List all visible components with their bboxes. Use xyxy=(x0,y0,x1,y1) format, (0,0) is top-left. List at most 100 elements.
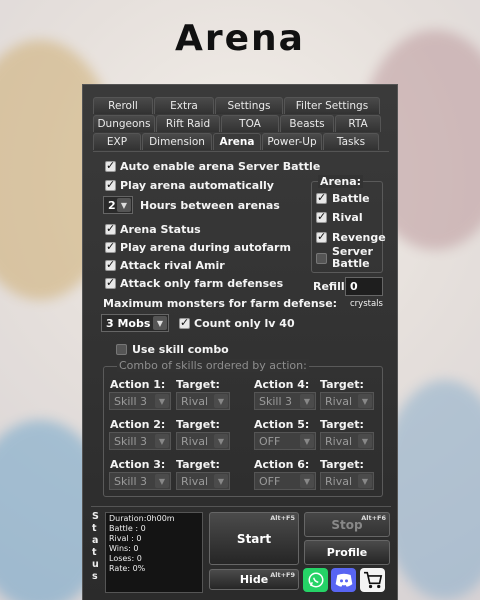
tab-filter-settings[interactable]: Filter Settings xyxy=(284,97,380,114)
action-6-target-label: Target: xyxy=(320,458,364,471)
mobs-dropdown[interactable]: 3 Mobs ▼ xyxy=(101,314,169,332)
hide-label: Hide xyxy=(239,573,269,586)
tab-dungeons[interactable]: Dungeons xyxy=(93,115,155,132)
count-only-checkbox[interactable] xyxy=(179,316,190,329)
play-auto-checkbox[interactable] xyxy=(105,178,116,191)
auto-enable-checkbox[interactable] xyxy=(105,159,116,172)
chevron-down-icon: ▼ xyxy=(214,474,228,488)
tab-tasks[interactable]: Tasks xyxy=(323,133,379,150)
action-5-skill-value: OFF xyxy=(259,434,281,448)
chevron-down-icon: ▼ xyxy=(117,198,131,212)
action-6-skill-dropdown[interactable]: OFF ▼ xyxy=(254,472,316,490)
start-label: Start xyxy=(236,531,272,546)
play-during-autofarm-checkbox[interactable] xyxy=(105,240,116,253)
chevron-down-icon: ▼ xyxy=(300,474,314,488)
stop-label: Stop xyxy=(331,517,363,532)
attack-rival-checkbox[interactable] xyxy=(105,258,116,271)
action-6-target-value: Rival xyxy=(325,474,353,488)
action-4-skill-dropdown[interactable]: Skill 3 ▼ xyxy=(254,392,316,410)
chevron-down-icon: ▼ xyxy=(358,394,372,408)
play-during-autofarm-label: Play arena during autofarm xyxy=(120,241,291,254)
arena-rival-label: Rival xyxy=(332,211,363,224)
tab-power-up[interactable]: Power-Up xyxy=(262,133,322,150)
tab-row-2: Dungeons Rift Raid TOA Beasts RTA xyxy=(93,115,382,133)
arena-server-battle-label: Server Battle xyxy=(332,245,373,270)
status-rival: Rival : 0 xyxy=(109,534,142,543)
status-box: Duration:0h00m Battle : 0 Rival : 0 Wins… xyxy=(105,512,203,593)
action-4-target-label: Target: xyxy=(320,378,364,391)
action-4-skill-value: Skill 3 xyxy=(259,394,293,408)
count-only-label: Count only lv 40 xyxy=(194,317,295,330)
use-skill-combo-checkbox[interactable] xyxy=(116,344,127,355)
arena-rival-checkbox[interactable] xyxy=(316,210,327,223)
chevron-down-icon: ▼ xyxy=(214,434,228,448)
refill-input[interactable]: 0 xyxy=(345,277,383,296)
tab-arena[interactable]: Arena xyxy=(213,133,261,150)
action-6-skill-value: OFF xyxy=(259,474,281,488)
tab-settings[interactable]: Settings xyxy=(215,97,283,114)
combo-title: Combo of skills ordered by action: xyxy=(117,359,309,372)
action-3-target-value: Rival xyxy=(181,474,209,488)
action-2-target-label: Target: xyxy=(176,418,220,431)
start-button[interactable]: Alt+F5 Start xyxy=(209,512,299,565)
refill-unit: crystals xyxy=(350,299,383,309)
arena-server-battle-checkbox[interactable] xyxy=(316,253,327,264)
stop-button[interactable]: Alt+F6 Stop xyxy=(304,512,390,537)
arena-revenge-checkbox[interactable] xyxy=(316,230,327,243)
status-rate: Rate: 0% xyxy=(109,564,146,573)
action-4-target-dropdown[interactable]: Rival ▼ xyxy=(320,392,374,410)
chevron-down-icon: ▼ xyxy=(153,316,167,330)
profile-button[interactable]: Profile xyxy=(304,540,390,565)
action-1-skill-dropdown[interactable]: Skill 3 ▼ xyxy=(109,392,171,410)
tab-row-1: Reroll Extra Settings Filter Settings xyxy=(93,97,381,115)
action-5-target-dropdown[interactable]: Rival ▼ xyxy=(320,432,374,450)
whatsapp-icon[interactable] xyxy=(303,568,328,592)
status-letter: u xyxy=(92,559,99,570)
action-2-target-dropdown[interactable]: Rival ▼ xyxy=(176,432,230,450)
action-2-skill-dropdown[interactable]: Skill 3 ▼ xyxy=(109,432,171,450)
tab-rta[interactable]: RTA xyxy=(335,115,381,132)
action-6-target-dropdown[interactable]: Rival ▼ xyxy=(320,472,374,490)
cart-icon[interactable] xyxy=(360,568,385,592)
chevron-down-icon: ▼ xyxy=(358,474,372,488)
hide-hotkey: Alt+F9 xyxy=(270,571,295,579)
action-2-target-value: Rival xyxy=(181,434,209,448)
hours-value: 2 xyxy=(108,198,116,212)
tab-dimension[interactable]: Dimension xyxy=(142,133,212,150)
tab-exp[interactable]: EXP xyxy=(93,133,141,150)
max-monsters-label: Maximum monsters for farm defense: xyxy=(103,297,338,310)
tab-row-3: EXP Dimension Arena Power-Up Tasks xyxy=(93,133,380,151)
attack-rival-label: Attack rival Amir xyxy=(120,259,225,272)
status-letter: t xyxy=(92,523,97,534)
bottom-divider xyxy=(91,506,391,507)
action-1-skill-value: Skill 3 xyxy=(114,394,148,408)
tab-reroll[interactable]: Reroll xyxy=(93,97,153,114)
action-1-label: Action 1: xyxy=(110,378,166,391)
action-3-target-dropdown[interactable]: Rival ▼ xyxy=(176,472,230,490)
tab-extra[interactable]: Extra xyxy=(154,97,214,114)
status-wins: Wins: 0 xyxy=(109,544,139,553)
tab-divider xyxy=(93,151,389,152)
discord-icon[interactable] xyxy=(331,568,356,592)
action-2-skill-value: Skill 3 xyxy=(114,434,148,448)
status-loses: Loses: 0 xyxy=(109,554,142,563)
arena-battle-checkbox[interactable] xyxy=(316,191,327,204)
chevron-down-icon: ▼ xyxy=(358,434,372,448)
action-1-target-dropdown[interactable]: Rival ▼ xyxy=(176,392,230,410)
tab-rift-raid[interactable]: Rift Raid xyxy=(156,115,220,132)
tab-beasts[interactable]: Beasts xyxy=(280,115,334,132)
arena-status-checkbox[interactable] xyxy=(105,222,116,235)
chevron-down-icon: ▼ xyxy=(300,394,314,408)
action-4-target-value: Rival xyxy=(325,394,353,408)
attack-farm-checkbox[interactable] xyxy=(105,276,116,289)
chevron-down-icon: ▼ xyxy=(155,434,169,448)
action-3-target-label: Target: xyxy=(176,458,220,471)
tab-toa[interactable]: TOA xyxy=(221,115,279,132)
action-5-skill-dropdown[interactable]: OFF ▼ xyxy=(254,432,316,450)
hide-button[interactable]: Alt+F9 Hide xyxy=(209,569,299,590)
hours-dropdown[interactable]: 2 ▼ xyxy=(103,196,133,214)
status-letter: t xyxy=(92,547,97,558)
hours-label: Hours between arenas xyxy=(140,199,280,212)
action-3-skill-dropdown[interactable]: Skill 3 ▼ xyxy=(109,472,171,490)
arena-battle-label: Battle xyxy=(332,192,370,205)
